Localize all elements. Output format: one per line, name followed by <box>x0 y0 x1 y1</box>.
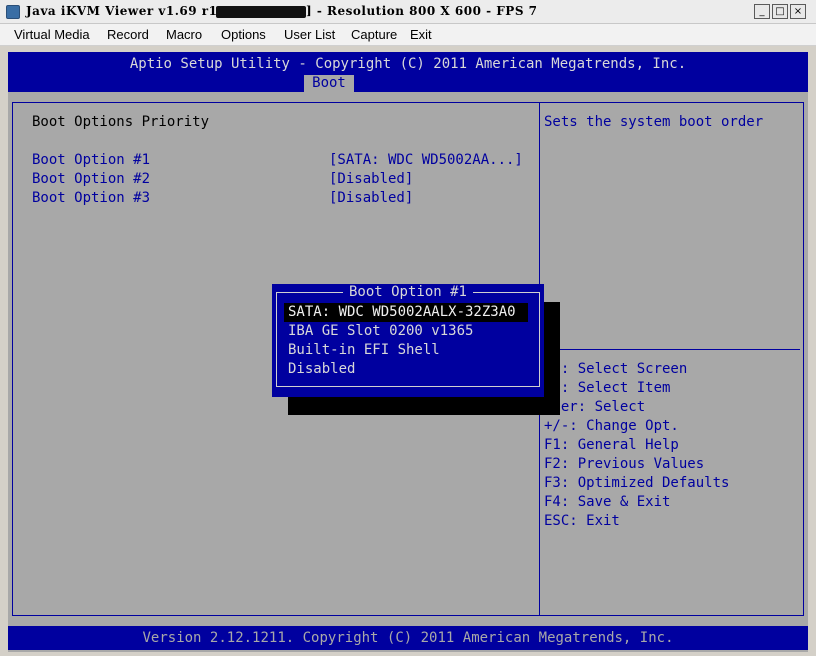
boot-option-3-value[interactable]: [Disabled] <box>329 190 413 206</box>
item-help-text: Sets the system boot order <box>544 114 764 130</box>
menu-exit[interactable]: Exit <box>410 27 432 42</box>
menu-bar: Virtual Media Record Macro Options User … <box>0 24 816 46</box>
section-heading: Boot Options Priority <box>32 114 210 130</box>
popup-item-sata[interactable]: SATA: WDC WD5002AALX-32Z3A0 <box>284 303 528 322</box>
maximize-button[interactable]: □ <box>772 4 788 19</box>
keyhelp-change-opt: +/-: Change Opt. <box>544 418 679 434</box>
keyhelp-select-screen: : Select Screen <box>544 361 688 377</box>
menu-options[interactable]: Options <box>221 27 266 42</box>
menu-macro[interactable]: Macro <box>166 27 202 42</box>
popup-item-efi-shell[interactable]: Built-in EFI Shell <box>284 341 528 360</box>
boot-option-3-label[interactable]: Boot Option #3 <box>32 190 150 206</box>
bios-footer-bar: Version 2.12.1211. Copyright (C) 2011 Am… <box>8 626 808 650</box>
window-titlebar[interactable]: Java iKVM Viewer v1.69 r1 ] - Resolution… <box>0 0 816 24</box>
menu-virtual-media[interactable]: Virtual Media <box>14 27 90 42</box>
bios-header-bar: Aptio Setup Utility - Copyright (C) 2011… <box>8 52 808 92</box>
kvm-screen[interactable]: Aptio Setup Utility - Copyright (C) 2011… <box>8 52 808 652</box>
keyhelp-save-exit: F4: Save & Exit <box>544 494 671 510</box>
keyhelp-general-help: F1: General Help <box>544 437 679 453</box>
menu-user-list[interactable]: User List <box>284 27 335 42</box>
boot-option-2-label[interactable]: Boot Option #2 <box>32 171 150 187</box>
window-controls: _ □ × <box>754 4 806 19</box>
keyhelp-previous-values: F2: Previous Values <box>544 456 705 472</box>
close-button[interactable]: × <box>790 4 806 19</box>
boot-option-1-value[interactable]: [SATA: WDC WD5002AA...] <box>329 152 523 168</box>
redacted-host <box>216 6 306 18</box>
tab-boot[interactable]: Boot <box>304 75 354 92</box>
window-title: Java iKVM Viewer v1.69 r1 <box>26 4 218 18</box>
minimize-button[interactable]: _ <box>754 4 770 19</box>
java-app-icon <box>6 5 20 19</box>
menu-record[interactable]: Record <box>107 27 149 42</box>
keyhelp-select-item: : Select Item <box>544 380 671 396</box>
boot-option-1-label[interactable]: Boot Option #1 <box>32 152 150 168</box>
help-divider <box>540 349 800 350</box>
popup-item-disabled[interactable]: Disabled <box>284 360 528 379</box>
menu-capture[interactable]: Capture <box>351 27 397 42</box>
keyhelp-esc-exit: ESC: Exit <box>544 513 620 529</box>
keyhelp-optimized-defaults: F3: Optimized Defaults <box>544 475 730 491</box>
boot-option-2-value[interactable]: [Disabled] <box>329 171 413 187</box>
window-title-suffix: ] - Resolution 800 X 600 - FPS 7 <box>306 4 538 18</box>
popup-title: Boot Option #1 <box>272 284 544 300</box>
bios-header-title: Aptio Setup Utility - Copyright (C) 2011… <box>129 56 687 72</box>
popup-item-iba-ge[interactable]: IBA GE Slot 0200 v1365 <box>284 322 528 341</box>
bios-footer-text: Version 2.12.1211. Copyright (C) 2011 Am… <box>142 630 674 646</box>
popup-title-text: Boot Option #1 <box>342 284 473 300</box>
